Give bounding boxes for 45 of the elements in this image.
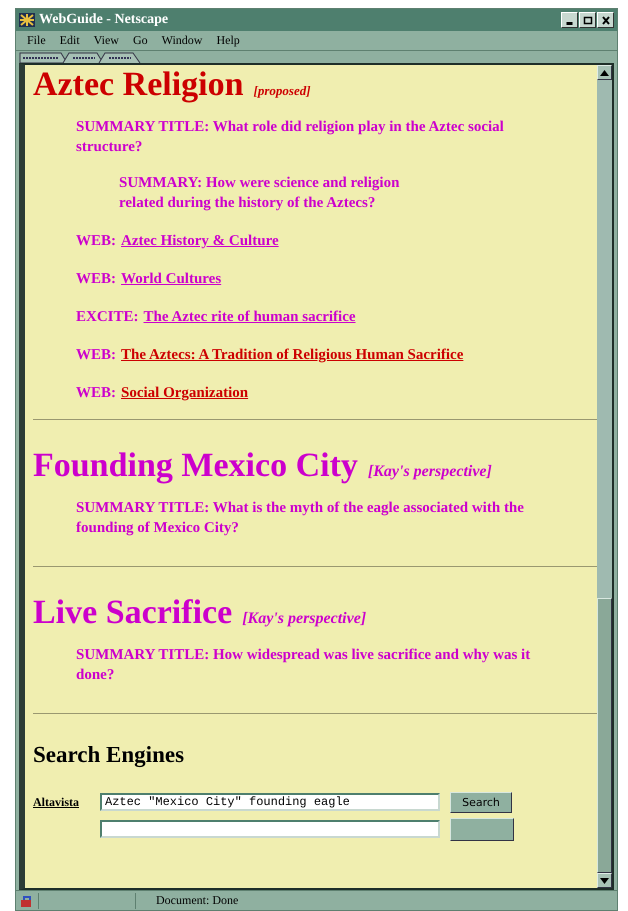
scroll-thumb[interactable] [597, 598, 612, 873]
scrollbar[interactable] [597, 65, 612, 888]
maximize-icon [582, 14, 594, 26]
scroll-down-icon[interactable] [597, 873, 612, 888]
result-link[interactable]: Social Organization [121, 383, 248, 403]
summary-title: SUMMARY TITLE: What is the myth of the eagle associated with the founding of Mexico City? [76, 499, 525, 538]
close-button[interactable] [597, 12, 614, 28]
result-link[interactable]: Aztec History & Culture [121, 231, 279, 251]
section-heading: Aztec Religion [33, 65, 244, 105]
summary-title: SUMMARY TITLE: What role did religion play in the Aztec social structure? [76, 118, 505, 157]
menu-item[interactable]: Edit [52, 33, 87, 48]
search-field[interactable]: Aztec "Mexico City" founding eagle [100, 793, 440, 811]
result-link[interactable]: The Aztecs: A Tradition of Religious Human Sacrifice [121, 345, 464, 365]
menu-item[interactable]: Help [209, 33, 247, 48]
summary-title: SUMMARY TITLE: How widespread was live sacrifice and why was it done? [76, 646, 532, 685]
search-button[interactable]: Search [450, 792, 512, 812]
engine-link[interactable]: Altavista [33, 794, 90, 810]
search-button[interactable] [450, 818, 514, 840]
perspective-tag: [proposed] [254, 83, 311, 99]
source-label: EXCITE: [76, 308, 139, 327]
menu-item[interactable]: Window [154, 33, 210, 48]
scroll-up-icon[interactable] [597, 65, 612, 80]
source-label: WEB: [76, 384, 116, 403]
result-link[interactable]: The Aztec rite of human sacrifice [144, 307, 356, 327]
summary-text: SUMMARY: How were science and religion related during the history of the Aztecs? [119, 174, 400, 213]
section-heading: Founding Mexico City [33, 446, 358, 486]
perspective-tag: [Kay's perspective] [368, 463, 492, 481]
maximize-button[interactable] [579, 12, 596, 28]
perspective-tag: [Kay's perspective] [242, 610, 366, 628]
section-heading: Search Engines [33, 742, 186, 768]
menu-item[interactable]: View [86, 33, 126, 48]
minimize-button[interactable] [561, 12, 578, 28]
minimize-icon [566, 22, 573, 25]
app-icon [19, 13, 35, 27]
search-field[interactable] [100, 820, 440, 838]
window-title: WebGuide - Netscape [39, 12, 170, 28]
source-label: WEB: [76, 346, 116, 365]
close-icon [600, 14, 612, 26]
section-heading: Live Sacrifice [33, 593, 232, 633]
menu-item[interactable]: Go [126, 33, 155, 48]
source-label: WEB: [76, 270, 116, 289]
result-link[interactable]: World Cultures [121, 269, 222, 289]
status-text: Document: Done [155, 893, 238, 908]
menu-item[interactable]: File [20, 33, 53, 48]
source-label: WEB: [76, 232, 116, 251]
